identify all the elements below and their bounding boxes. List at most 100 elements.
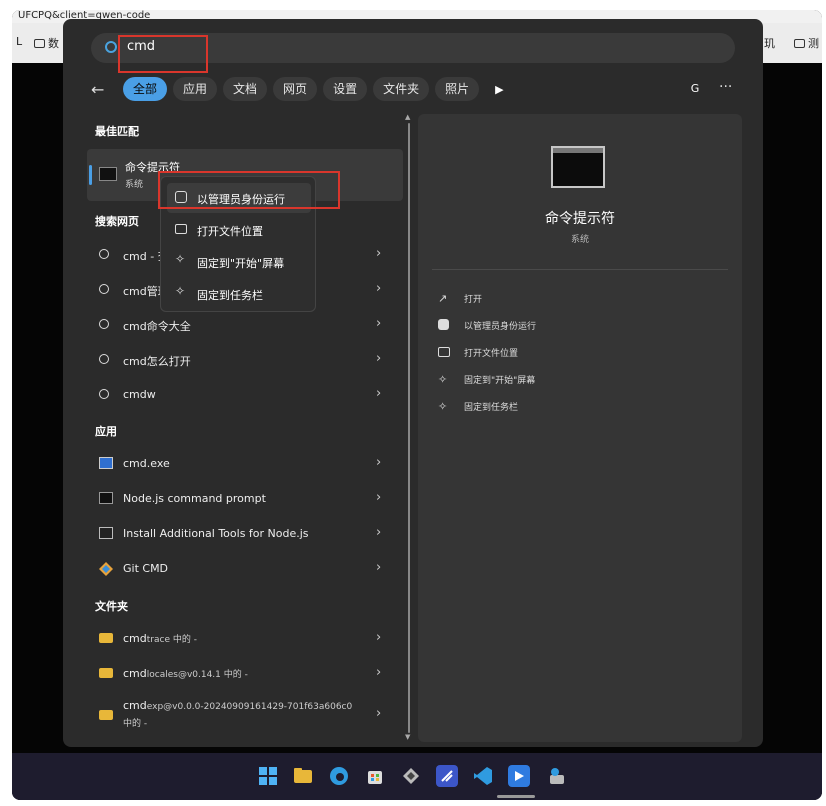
chevron-right-icon: › bbox=[376, 630, 382, 645]
app-result-row[interactable]: Node.js command prompt › bbox=[87, 482, 403, 516]
best-match-subtitle: 系统 bbox=[125, 180, 144, 190]
chevron-right-icon: › bbox=[376, 386, 382, 401]
search-icon bbox=[99, 284, 109, 294]
filter-documents[interactable]: 文档 bbox=[223, 77, 268, 101]
app-result-label: Install Additional Tools for Node.js bbox=[123, 527, 309, 540]
action-label: 固定到"开始"屏幕 bbox=[464, 376, 536, 386]
detail-pane: 命令提示符 系统 ↗ 打开 以管理员身份运行 打开文件位置 ✧ 固定到"开始"屏幕 … bbox=[418, 114, 742, 742]
action-label: 固定到任务栏 bbox=[464, 403, 519, 413]
ctx-open-location[interactable]: 打开文件位置 bbox=[167, 215, 311, 245]
folder-result-row[interactable]: cmdexp@v0.0.0-20240909161429-701f63a606c… bbox=[87, 692, 403, 738]
ctx-label: 打开文件位置 bbox=[197, 225, 263, 238]
cmd-icon bbox=[99, 167, 117, 181]
scrollbar-thumb[interactable] bbox=[408, 123, 410, 733]
search-icon bbox=[105, 41, 117, 53]
search-icon bbox=[99, 354, 109, 364]
folder-location-cont: 中的 - bbox=[123, 719, 148, 729]
web-result-row[interactable]: cmd怎么打开 › bbox=[87, 343, 403, 377]
chevron-right-icon: › bbox=[376, 281, 382, 296]
app-result-row[interactable]: Git CMD › bbox=[87, 552, 403, 586]
folder-icon bbox=[794, 38, 805, 48]
app-result-label: Git CMD bbox=[123, 562, 169, 575]
folder-name: cmd bbox=[123, 699, 147, 712]
ctx-label: 固定到任务栏 bbox=[197, 289, 263, 302]
windows-start-icon[interactable] bbox=[257, 765, 279, 787]
search-icon bbox=[99, 319, 109, 329]
filter-web[interactable]: 网页 bbox=[273, 77, 318, 101]
folder-icon bbox=[99, 710, 113, 720]
filter-settings[interactable]: 设置 bbox=[323, 77, 368, 101]
pin-icon: ✧ bbox=[438, 373, 448, 386]
bookmark-label: 数 bbox=[48, 37, 59, 50]
more-filters-play-icon[interactable]: ▶ bbox=[495, 83, 503, 96]
more-options-icon[interactable]: ··· bbox=[719, 79, 732, 95]
folder-location: locales@v0.14.1 中的 - bbox=[146, 670, 248, 680]
git-cmd-icon bbox=[99, 561, 113, 580]
app-icon[interactable] bbox=[400, 765, 422, 787]
account-avatar[interactable]: G bbox=[685, 79, 705, 99]
selection-bar bbox=[89, 165, 92, 185]
folder-result-row[interactable]: cmdlocales@v0.14.1 中的 - › bbox=[87, 657, 403, 691]
ctx-pin-start[interactable]: ✧ 固定到"开始"屏幕 bbox=[167, 247, 311, 277]
web-result-label: cmd命令大全 bbox=[123, 320, 191, 333]
detail-title: 命令提示符 bbox=[545, 211, 615, 227]
active-indicator bbox=[497, 795, 535, 798]
folder-icon bbox=[99, 668, 113, 678]
folder-location: exp@v0.0.0-20240909161429-701f63a606c0 bbox=[146, 702, 353, 712]
folder-icon bbox=[99, 633, 113, 643]
scroll-up-arrow-icon[interactable]: ▲ bbox=[405, 113, 410, 121]
section-best-match: 最佳匹配 bbox=[95, 125, 139, 138]
results-scrollbar[interactable]: ▲ ▼ bbox=[405, 113, 411, 741]
web-result-row[interactable]: cmdw › bbox=[87, 378, 403, 412]
annotation-highlight-admin bbox=[158, 171, 340, 209]
filter-folders[interactable]: 文件夹 bbox=[373, 77, 430, 101]
app-result-row[interactable]: cmd.exe › bbox=[87, 447, 403, 481]
nodejs-prompt-icon bbox=[99, 492, 113, 504]
vscode-icon[interactable] bbox=[472, 765, 494, 787]
filter-photos[interactable]: 照片 bbox=[435, 77, 480, 101]
bookmark-label: L bbox=[16, 35, 23, 48]
chevron-right-icon: › bbox=[376, 351, 382, 366]
chevron-right-icon: › bbox=[376, 525, 382, 540]
bookmark-item[interactable]: L bbox=[16, 35, 22, 48]
ctx-label: 固定到"开始"屏幕 bbox=[197, 257, 285, 270]
filter-apps[interactable]: 应用 bbox=[173, 77, 218, 101]
folder-result-label: cmdtrace 中的 - bbox=[123, 632, 197, 645]
filter-all[interactable]: 全部 bbox=[123, 77, 168, 101]
ctx-pin-taskbar[interactable]: ✧ 固定到任务栏 bbox=[167, 279, 311, 309]
web-result-row[interactable]: cmd命令大全 › bbox=[87, 308, 403, 342]
scroll-down-arrow-icon[interactable]: ▼ bbox=[405, 733, 410, 741]
section-folders: 文件夹 bbox=[95, 600, 128, 613]
folder-icon bbox=[34, 38, 45, 48]
folder-name: cmd bbox=[123, 667, 147, 680]
chevron-right-icon: › bbox=[376, 455, 382, 470]
chevron-right-icon: › bbox=[376, 316, 382, 331]
chevron-right-icon: › bbox=[376, 665, 382, 680]
bookmark-folder[interactable]: 数 bbox=[34, 35, 59, 51]
edge-icon[interactable] bbox=[328, 765, 350, 787]
app-result-row[interactable]: Install Additional Tools for Node.js › bbox=[87, 517, 403, 551]
cmd-exe-icon bbox=[99, 457, 113, 469]
search-panel: cmd ← 全部 应用 文档 网页 设置 文件夹 照片 ▶ G ··· 最佳匹配… bbox=[63, 19, 763, 747]
bookmark-item[interactable]: 玑 bbox=[764, 35, 775, 51]
chevron-right-icon: › bbox=[376, 246, 382, 261]
chevron-right-icon: › bbox=[376, 560, 382, 575]
tool-icon[interactable] bbox=[546, 765, 568, 787]
store-icon[interactable] bbox=[364, 765, 386, 787]
bookmark-folder[interactable]: 测 bbox=[794, 35, 819, 51]
folder-result-row[interactable]: cmdtrace 中的 - › bbox=[87, 622, 403, 656]
search-icon bbox=[99, 249, 109, 259]
taskbar bbox=[12, 753, 822, 800]
app-result-label: Node.js command prompt bbox=[123, 492, 266, 505]
search-icon bbox=[99, 389, 109, 399]
file-explorer-icon[interactable] bbox=[292, 765, 314, 787]
vs-icon[interactable] bbox=[436, 765, 458, 787]
filter-bar: ← 全部 应用 文档 网页 设置 文件夹 照片 ▶ bbox=[91, 77, 504, 101]
pin-icon: ✧ bbox=[438, 400, 448, 413]
section-apps: 应用 bbox=[95, 425, 117, 438]
folder-location: trace 中的 - bbox=[146, 635, 197, 645]
media-icon[interactable] bbox=[508, 765, 530, 787]
back-arrow-icon[interactable]: ← bbox=[91, 80, 117, 99]
app-result-label: cmd.exe bbox=[123, 457, 170, 470]
folder-name: cmd bbox=[123, 632, 147, 645]
